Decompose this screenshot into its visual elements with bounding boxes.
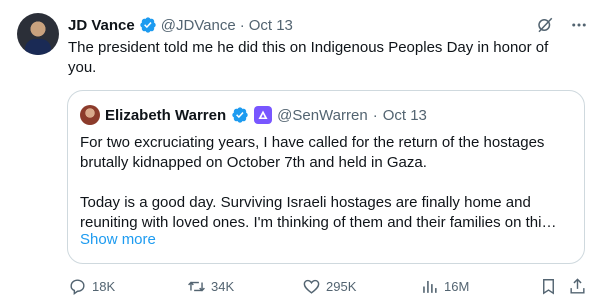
grok-icon[interactable] xyxy=(536,16,554,34)
quote-text-line: brutally kidnapped on October 7th and he… xyxy=(80,154,427,171)
tweet-text: The president told me he did this on Ind… xyxy=(68,38,588,78)
quote-text-line: reuniting with loved ones. I'm thinking … xyxy=(80,214,557,231)
views-button[interactable]: 16M xyxy=(420,275,469,297)
author-handle[interactable]: @JDVance xyxy=(161,17,236,34)
bookmark-button[interactable] xyxy=(539,275,558,297)
tweet-header: JD Vance @JDVance · Oct 13 xyxy=(68,14,293,36)
tweet-text-line: you. xyxy=(68,59,97,76)
quote-text-line: Today is a good day. Surviving Israeli h… xyxy=(80,194,531,211)
quote-text: For two excruciating years, I have calle… xyxy=(80,133,574,233)
quote-author-avatar[interactable] xyxy=(80,105,100,125)
repost-button[interactable]: 34K xyxy=(187,275,234,297)
repost-count: 34K xyxy=(211,278,235,294)
reply-button[interactable]: 18K xyxy=(68,275,115,297)
show-more-link[interactable]: Show more xyxy=(80,231,156,248)
separator-dot: · xyxy=(372,106,378,124)
separator-dot: · xyxy=(239,16,245,34)
header-actions xyxy=(536,14,588,36)
more-icon[interactable] xyxy=(570,16,588,34)
like-button[interactable]: 295K xyxy=(302,275,356,297)
quote-header: Elizabeth Warren @SenWarren · Oct 13 xyxy=(80,105,427,125)
quote-author-handle[interactable]: @SenWarren xyxy=(277,107,368,124)
tweet-text-line: The president told me he did this on Ind… xyxy=(68,39,549,56)
verified-badge-icon xyxy=(232,107,248,123)
views-icon xyxy=(423,280,437,293)
reply-icon xyxy=(70,278,85,295)
repost-icon xyxy=(188,281,205,291)
views-count: 16M xyxy=(444,278,470,294)
bookmark-icon xyxy=(543,278,554,295)
quoted-tweet[interactable]: Elizabeth Warren @SenWarren · Oct 13 For… xyxy=(67,90,585,264)
quote-text-line: For two excruciating years, I have calle… xyxy=(80,134,545,151)
like-count: 295K xyxy=(326,278,357,294)
author-name[interactable]: JD Vance xyxy=(68,17,135,34)
verified-badge-icon xyxy=(140,17,156,33)
quote-author-name[interactable]: Elizabeth Warren xyxy=(105,107,226,124)
tweet-date[interactable]: Oct 13 xyxy=(249,17,293,34)
reply-count: 18K xyxy=(92,278,116,294)
government-badge-icon xyxy=(254,106,273,124)
like-icon xyxy=(303,279,320,294)
quote-date[interactable]: Oct 13 xyxy=(383,107,427,124)
share-button[interactable] xyxy=(568,275,587,297)
action-bar: 18K 34K 295K 16M xyxy=(68,275,588,297)
author-avatar[interactable] xyxy=(17,13,59,55)
share-icon xyxy=(570,277,585,294)
